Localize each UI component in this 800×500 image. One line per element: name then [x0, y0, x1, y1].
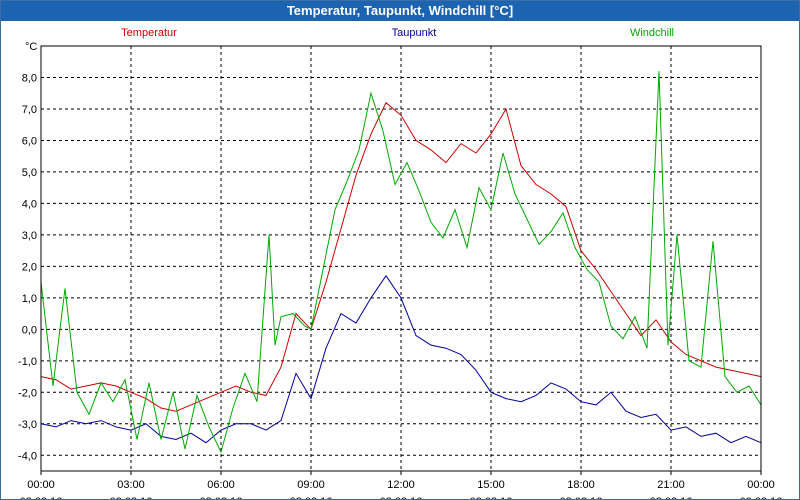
x-tick-date: 09.03.16: [740, 496, 783, 499]
x-tick-time: 03:00: [117, 479, 145, 491]
y-tick-label: 7,0: [22, 104, 37, 116]
y-tick-label: -2,0: [18, 387, 37, 399]
x-tick-time: 00:00: [27, 479, 55, 491]
y-axis-label: °C: [25, 41, 37, 53]
y-tick-label: 2,0: [22, 261, 37, 273]
window-title: Temperatur, Taupunkt, Windchill [°C]: [1, 1, 799, 21]
y-tick-label: -1,0: [18, 356, 37, 368]
y-tick-label: 3,0: [22, 230, 37, 242]
x-tick-date: 08.03.16: [470, 496, 513, 499]
y-tick-label: 8,0: [22, 72, 37, 84]
x-tick-date: 08.03.16: [560, 496, 603, 499]
x-tick-date: 08.03.16: [290, 496, 333, 499]
x-tick-time: 12:00: [387, 479, 415, 491]
y-tick-label: 1,0: [22, 293, 37, 305]
chart-grid: [41, 46, 761, 471]
x-tick-date: 08.03.16: [650, 496, 693, 499]
chart-svg: 8,0 7,0 6,0 5,0 4,0 3,0 2,0 1,0 0,0 -1,0 -2,0 -3,0 -…: [18, 27, 783, 499]
chart-legend: Temperatur Taupunkt Windchill: [121, 27, 674, 39]
x-tick-time: 09:00: [297, 479, 325, 491]
x-tick-time: 21:00: [657, 479, 685, 491]
y-tick-label: 5,0: [22, 167, 37, 179]
x-tick-date: 08.03.16: [20, 496, 63, 499]
y-ticks: 8,0 7,0 6,0 5,0 4,0 3,0 2,0 1,0 0,0 -1,0 -2,0 -3,0 -…: [18, 72, 37, 462]
x-ticks: 00:00 08.03.16 03:00 08.03.16 06:00 08.03.16 0…: [20, 471, 783, 499]
chart-window: Temperatur, Taupunkt, Windchill [°C] 8,0…: [0, 0, 800, 500]
y-tick-label: 4,0: [22, 198, 37, 210]
x-tick-time: 06:00: [207, 479, 235, 491]
y-tick-label: -3,0: [18, 419, 37, 431]
y-tick-label: 0,0: [22, 324, 37, 336]
x-tick-date: 08.03.16: [200, 496, 243, 499]
legend-temperatur: Temperatur: [121, 27, 177, 39]
x-tick-date: 08.03.16: [110, 496, 153, 499]
y-tick-label: -4,0: [18, 450, 37, 462]
x-tick-date: 08.03.16: [380, 496, 423, 499]
legend-taupunkt: Taupunkt: [392, 27, 437, 39]
x-tick-time: 15:00: [477, 479, 505, 491]
x-tick-time: 18:00: [567, 479, 595, 491]
x-tick-time: 00:00: [747, 479, 775, 491]
y-tick-label: 6,0: [22, 135, 37, 147]
legend-windchill: Windchill: [630, 27, 674, 39]
